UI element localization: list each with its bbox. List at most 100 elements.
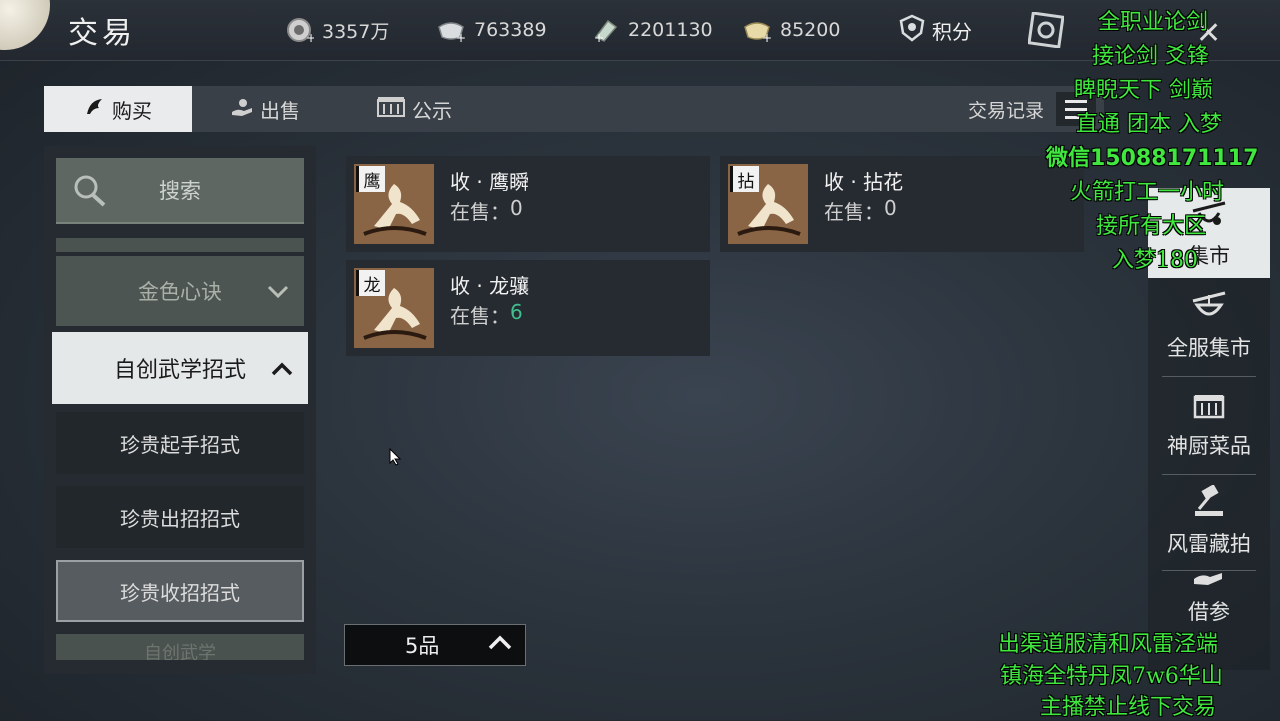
item-name: 收 · 拈花 (824, 170, 904, 194)
moon-decoration (0, 0, 50, 50)
sale-count: 0 (510, 196, 523, 220)
subcategory-starter[interactable]: 珍贵起手招式 (56, 412, 304, 474)
sidebar-label: 神厨菜品 (1167, 434, 1251, 458)
overlay-line: 全职业论剑 (1098, 10, 1209, 35)
points-label: 积分 (932, 20, 972, 44)
tab-buy[interactable]: 购买 (44, 86, 192, 132)
currency-coins-value: 3357万 (322, 20, 390, 43)
subcategory-label: 珍贵出招招式 (120, 506, 240, 531)
trade-records-label: 交易记录 (967, 99, 1044, 122)
notice-board-icon (376, 96, 406, 123)
sale-count: 0 (884, 196, 897, 220)
points-button[interactable]: 积分 (898, 14, 972, 47)
currency-gold-value: 85200 (780, 19, 841, 41)
martial-pose-icon: 拈 (728, 164, 808, 244)
svg-text:+: + (762, 31, 772, 43)
category-panel: 搜索 金色心诀 自创武学招式 珍贵起手招式 珍贵出招招式 珍贵收招招式 自创武学 (44, 146, 316, 674)
search-label: 搜索 (159, 179, 201, 203)
jade-icon: + (590, 17, 620, 43)
tab-buy-label: 购买 (112, 98, 152, 123)
sell-hand-icon (230, 96, 254, 123)
tab-bar: 购买 出售 公示 交易记录 (44, 86, 1104, 132)
category-divider (56, 238, 304, 252)
shield-icon (898, 14, 926, 47)
buy-icon (84, 96, 106, 123)
category-gold-skills[interactable]: 金色心诀 (56, 256, 304, 326)
overlay-line: 主播禁止线下交易 (1040, 695, 1217, 720)
category-partial-label: 自创武学 (144, 643, 216, 660)
auction-hammer-icon (1191, 484, 1227, 524)
subcategory-label: 珍贵收招招式 (120, 580, 240, 605)
item-card[interactable]: 拈 收 · 拈花 在售： 0 (720, 156, 1084, 252)
gear-icon[interactable] (1027, 11, 1065, 49)
overlay-line: 睥睨天下 剑巅 (1074, 78, 1213, 103)
sidebar-divider (1162, 570, 1256, 571)
item-name: 收 · 鹰瞬 (450, 170, 530, 194)
subcategory-label: 珍贵起手招式 (120, 432, 240, 457)
sidebar-divider (1162, 474, 1256, 475)
currency-jade[interactable]: + 2201130 (590, 14, 713, 46)
silver-ingot-icon: + (436, 17, 466, 43)
sale-label: 在售： (824, 200, 884, 224)
item-name: 收 · 龙骧 (450, 274, 530, 298)
category-partial[interactable]: 自创武学 (56, 634, 304, 660)
tab-notice-label: 公示 (412, 98, 452, 123)
chevron-up-icon (487, 631, 513, 660)
item-sale: 在售： 0 (824, 196, 897, 225)
item-tag: 龙 (356, 270, 385, 296)
currency-gold[interactable]: + 85200 (742, 14, 840, 46)
hand-icon (1192, 572, 1226, 592)
overlay-line: 火箭打工一小时 (1070, 180, 1225, 205)
gold-ingot-icon: + (742, 17, 772, 43)
sidebar-label: 全服集市 (1167, 336, 1251, 360)
sidebar-item-auction[interactable]: 风雷藏拍 (1148, 476, 1270, 566)
subcategory-attack[interactable]: 珍贵出招招式 (56, 486, 304, 548)
top-bar: 交易 + 3357万 + 763389 + 2201130 + 85200 积分 (0, 0, 1280, 61)
sale-count: 6 (510, 300, 523, 324)
category-active-label: 自创武学招式 (113, 358, 246, 383)
overlay-line: 微信15088171117 (1046, 146, 1259, 171)
sidebar-divider (1162, 376, 1256, 377)
search-button[interactable]: 搜索 (56, 158, 304, 224)
chevron-down-icon (266, 280, 290, 304)
item-tag: 拈 (730, 166, 759, 192)
item-tag: 鹰 (356, 166, 385, 192)
sidebar-label: 借参 (1188, 600, 1230, 624)
category-gold-label: 金色心诀 (138, 280, 222, 304)
chevron-up-icon (270, 358, 294, 383)
currency-silver[interactable]: + 763389 (436, 14, 547, 46)
coin-pouch-icon: + (284, 17, 314, 43)
sale-label: 在售： (450, 304, 510, 328)
quality-value: 5品 (405, 634, 440, 658)
item-sale: 在售： 6 (450, 300, 523, 329)
tab-sell[interactable]: 出售 (230, 86, 300, 132)
item-card[interactable]: 鹰 收 · 鹰瞬 在售： 0 (346, 156, 710, 252)
svg-text:+: + (594, 31, 604, 43)
overlay-line: 出渠道服清和风雷泾端 (998, 632, 1219, 657)
svg-text:+: + (306, 31, 314, 43)
search-icon (72, 174, 108, 213)
mouse-cursor-icon (389, 447, 402, 470)
currency-jade-value: 2201130 (628, 19, 713, 41)
category-custom-martial[interactable]: 自创武学招式 (52, 332, 308, 404)
sidebar-label: 风雷藏拍 (1167, 532, 1251, 556)
sidebar-item-borrow[interactable]: 借参 (1148, 572, 1270, 634)
martial-pose-icon: 鹰 (354, 164, 434, 244)
tab-notice[interactable]: 公示 (376, 86, 452, 132)
overlay-line: 入梦180 (1112, 248, 1198, 273)
svg-text:+: + (456, 31, 466, 43)
subcategory-finisher[interactable]: 珍贵收招招式 (56, 560, 304, 622)
currency-coins[interactable]: + 3357万 (284, 14, 389, 46)
currency-silver-value: 763389 (474, 19, 547, 41)
sidebar-item-chef[interactable]: 神厨菜品 (1148, 378, 1270, 468)
item-card[interactable]: 龙 收 · 龙骧 在售： 6 (346, 260, 710, 356)
martial-pose-icon: 龙 (354, 268, 434, 348)
page-title: 交易 (68, 16, 136, 51)
quality-dropdown[interactable]: 5品 (344, 624, 526, 666)
overlay-line: 接论剑 爻锋 (1092, 44, 1209, 69)
overlay-line: 镇海全特丹凤7w6华山 (1000, 664, 1223, 689)
sidebar-item-server-market[interactable]: 全服集市 (1148, 280, 1270, 370)
tab-sell-label: 出售 (260, 98, 300, 123)
overlay-line: 接所有大区 (1096, 214, 1207, 239)
sale-label: 在售： (450, 200, 510, 224)
